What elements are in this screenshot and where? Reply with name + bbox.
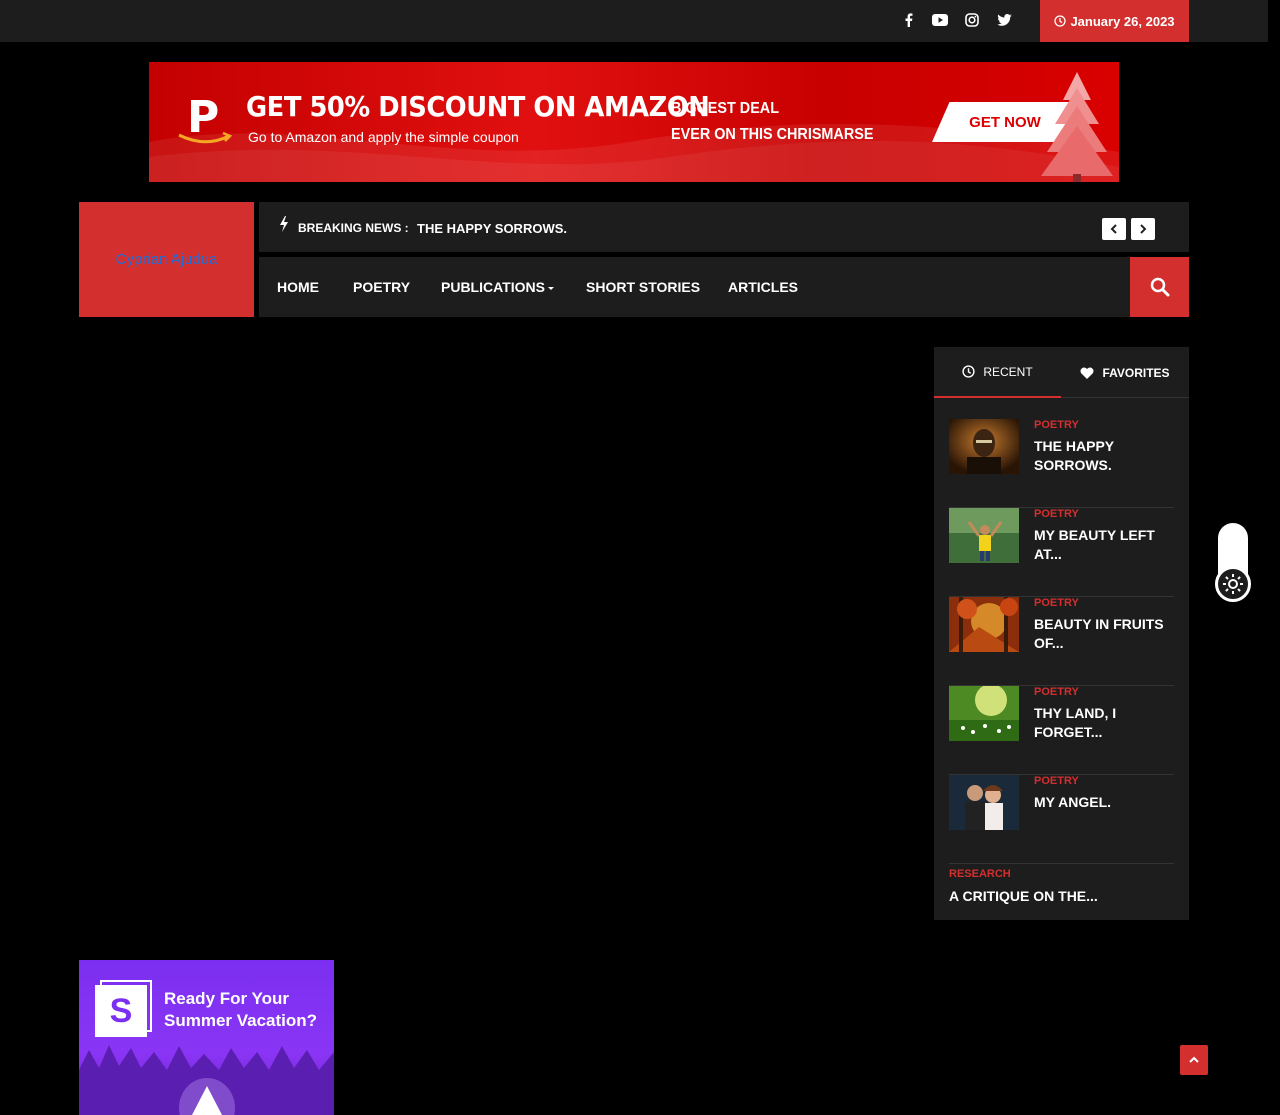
list-item[interactable]: POETRY BEAUTY IN FRUITS OF... [949,597,1174,686]
ad-headline-line1: Ready For Your [164,989,290,1008]
breaking-news-bar: BREAKING NEWS : THE HAPPY SORROWS. [259,202,1189,252]
post-category[interactable]: POETRY [1034,686,1079,698]
chevron-left-icon [1110,224,1117,234]
tab-favorites[interactable]: FAVORITES [1061,347,1189,398]
clock-icon [1054,15,1067,27]
breaking-news-label: BREAKING NEWS : [298,221,409,235]
clock-icon [962,365,975,378]
list-item[interactable]: POETRY MY ANGEL. [949,775,1174,864]
ad-logo: S [95,985,147,1037]
post-category[interactable]: RESEARCH [949,868,1011,880]
breaking-news-headline[interactable]: THE HAPPY SORROWS. [417,221,567,236]
nav-item-short-stories[interactable]: SHORT STORIES [586,279,700,295]
date-display: January 26, 2023 [1040,0,1189,42]
ad-headline: Ready For Your Summer Vacation? [164,988,317,1032]
list-item[interactable]: RESEARCH A CRITIQUE ON THE... [949,863,1174,952]
post-thumbnail[interactable] [949,419,1019,474]
site-logo[interactable]: Cyprian Ajudua [79,202,254,317]
list-item[interactable]: POETRY THE HAPPY SORROWS. [949,419,1174,508]
nav-item-publications-label: PUBLICATIONS [441,279,545,295]
theme-toggle[interactable] [1215,523,1251,602]
post-title[interactable]: THY LAND, I FORGET... [1034,704,1174,742]
post-category[interactable]: POETRY [1034,775,1079,787]
caret-down-icon [547,286,554,290]
post-title[interactable]: BEAUTY IN FRUITS OF... [1034,615,1174,653]
post-title[interactable]: MY ANGEL. [1034,793,1174,812]
bolt-icon [280,216,288,232]
post-title[interactable]: MY BEAUTY LEFT AT... [1034,526,1174,564]
banner-deal-line1: BIGGEST DEAL [671,100,780,117]
prev-news-button[interactable] [1102,218,1126,240]
nav-item-articles[interactable]: ARTICLES [728,279,798,295]
nav-item-home[interactable]: HOME [277,279,319,295]
instagram-icon[interactable] [964,12,980,28]
tab-favorites-label: FAVORITES [1102,365,1170,380]
youtube-icon[interactable] [932,12,948,28]
search-button[interactable] [1130,257,1189,317]
summer-vacation-ad[interactable]: S Ready For Your Summer Vacation? [79,960,334,1115]
nav-item-poetry[interactable]: POETRY [353,279,410,295]
sun-icon[interactable] [1215,566,1251,602]
sidebar-tabs-widget: RECENT FAVORITES POETRY THE HAPPY SORROW… [934,347,1189,920]
chevron-right-icon [1140,224,1147,234]
post-thumbnail[interactable] [949,597,1019,652]
post-category[interactable]: POETRY [1034,508,1079,520]
main-navigation: HOME POETRY PUBLICATIONS SHORT STORIES A… [259,257,1189,317]
forest-graphic [79,1045,334,1115]
tab-recent-label: RECENT [983,364,1033,379]
tab-recent[interactable]: RECENT [934,347,1061,398]
banner-deal-line2: EVER ON THIS CHRISMARSE [671,126,874,143]
amazon-ad-banner[interactable]: P GET 50% DISCOUNT ON AMAZON Go to Amazo… [149,62,1119,182]
post-category[interactable]: POETRY [1034,597,1079,609]
date-text: January 26, 2023 [1070,13,1175,29]
site-title[interactable]: Cyprian Ajudua [116,251,218,268]
post-category[interactable]: POETRY [1034,419,1079,431]
amazon-logo-icon: P [177,92,237,154]
nav-item-publications[interactable]: PUBLICATIONS [441,279,554,295]
facebook-icon[interactable] [900,12,916,28]
chevron-up-icon [1189,1056,1199,1063]
post-thumbnail[interactable] [949,508,1019,563]
twitter-icon[interactable] [996,12,1012,28]
ad-headline-line2: Summer Vacation? [164,1011,318,1030]
list-item[interactable]: POETRY THY LAND, I FORGET... [949,686,1174,775]
post-title[interactable]: THE HAPPY SORROWS. [1034,437,1174,475]
post-title[interactable]: A CRITIQUE ON THE... [949,887,1174,906]
social-links [900,12,1012,28]
widget-tabs: RECENT FAVORITES [934,347,1189,398]
back-to-top-button[interactable] [1180,1045,1208,1075]
post-thumbnail[interactable] [949,686,1019,741]
search-icon [1150,277,1169,297]
banner-subline: Go to Amazon and apply the simple coupon [248,129,519,145]
banner-headline: GET 50% DISCOUNT ON AMAZON [246,90,710,123]
top-bar: January 26, 2023 [0,0,1268,42]
christmas-tree-icon [1041,72,1113,182]
post-thumbnail[interactable] [949,775,1019,830]
heart-icon [1080,367,1094,379]
list-item[interactable]: POETRY MY BEAUTY LEFT AT... [949,508,1174,597]
next-news-button[interactable] [1131,218,1155,240]
